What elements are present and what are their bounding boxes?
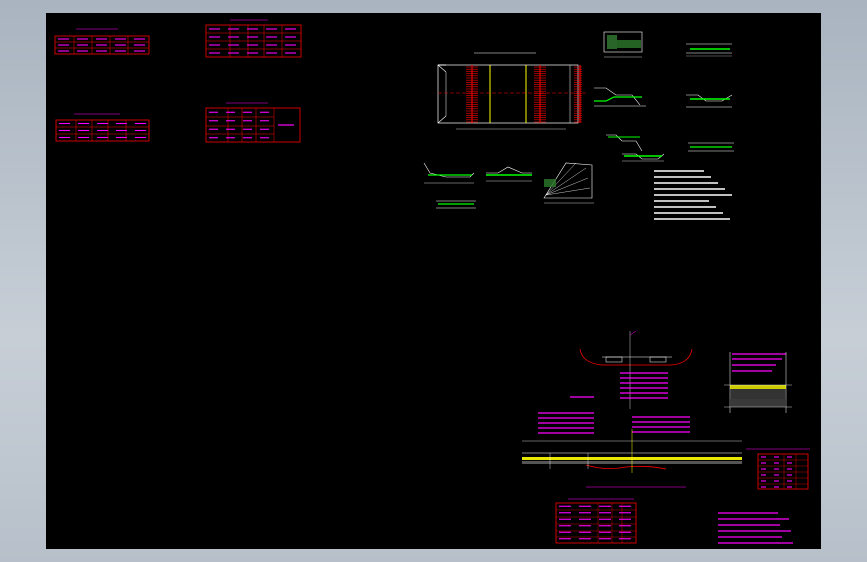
note-text-strokes xyxy=(654,170,732,220)
bottom-note-strokes xyxy=(718,512,793,544)
drawing-svg xyxy=(54,19,810,544)
bottom-notes xyxy=(718,512,793,544)
longitudinal-profile xyxy=(522,429,742,488)
general-notes xyxy=(654,170,732,220)
cad-drawing-canvas[interactable] xyxy=(46,13,821,549)
road-cross-section xyxy=(579,330,693,409)
quantity-table-2 xyxy=(205,19,302,58)
quantity-table-1 xyxy=(54,28,150,55)
pavement-layer-legend xyxy=(724,352,792,413)
quantity-table-4 xyxy=(205,102,301,143)
plan-view xyxy=(437,52,586,130)
reinforcement-hatch xyxy=(466,65,582,123)
quantity-table-6 xyxy=(555,498,637,544)
